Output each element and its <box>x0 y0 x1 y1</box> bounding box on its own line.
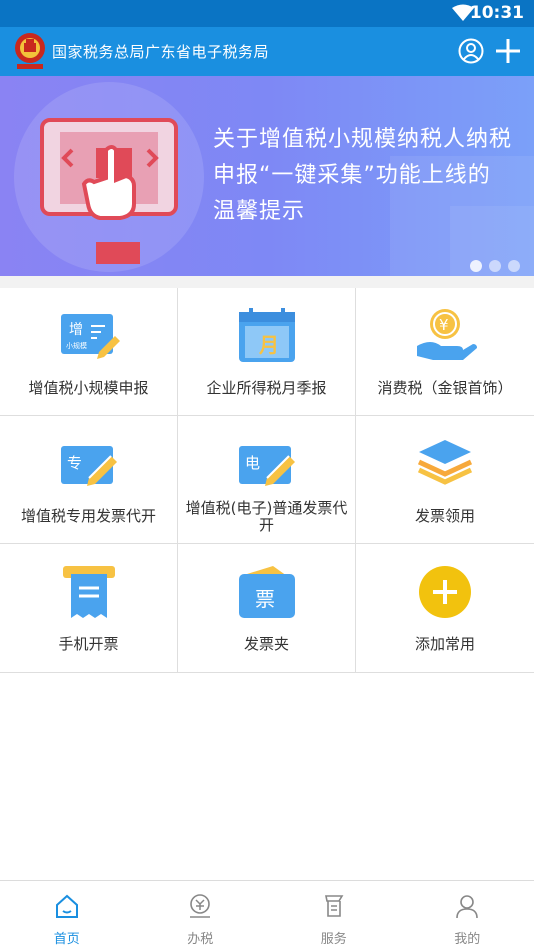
tile-label: 增值税专用发票代开 <box>4 508 173 525</box>
promo-banner[interactable]: 关于增值税小规模纳税人纳税申报“一键采集”功能上线的温馨提示 <box>0 76 534 276</box>
tile-consumption-tax[interactable]: ¥ 消费税（金银首饰） <box>356 288 534 416</box>
nav-label: 首页 <box>0 928 134 947</box>
svg-text:票: 票 <box>255 587 275 611</box>
plus-icon[interactable] <box>494 37 522 65</box>
banner-dot[interactable] <box>470 260 482 272</box>
tile-label: 消费税（金银首饰） <box>360 380 530 397</box>
tile-invoice-folder[interactable]: 票 发票夹 <box>178 544 356 672</box>
nav-item-tax[interactable]: 办税 <box>134 881 268 950</box>
tile-label: 发票领用 <box>360 508 530 525</box>
banner-dot[interactable] <box>508 260 520 272</box>
coin-hand-icon: ¥ <box>413 308 477 364</box>
vat-small-scale-icon: 增 小规模 <box>57 308 121 364</box>
profile-icon <box>454 893 480 919</box>
electronic-invoice-icon: 电 <box>235 436 299 492</box>
banner-pagination <box>470 260 520 272</box>
tile-add-favorite[interactable]: 添加常用 <box>356 544 534 672</box>
tile-special-invoice[interactable]: 专 增值税专用发票代开 <box>0 416 178 544</box>
nav-label: 办税 <box>134 928 268 947</box>
tile-label: 添加常用 <box>360 636 530 653</box>
mobile-receipt-icon <box>57 564 121 620</box>
nav-label: 服务 <box>267 928 401 947</box>
tile-vat-small-scale[interactable]: 增 小规模 增值税小规模申报 <box>0 288 178 416</box>
tile-label: 增值税(电子)普通发票代开 <box>182 500 351 534</box>
svg-text:小规模: 小规模 <box>66 341 87 350</box>
click-hand-illustration <box>40 118 180 268</box>
nav-label: 我的 <box>401 928 534 947</box>
bottom-nav: 首页 办税 服务 我的 <box>0 880 534 950</box>
home-icon <box>54 893 80 919</box>
nav-item-home[interactable]: 首页 <box>0 881 134 950</box>
service-icon <box>321 893 347 919</box>
nav-item-service[interactable]: 服务 <box>267 881 401 950</box>
svg-text:专: 专 <box>67 454 82 472</box>
nav-item-profile[interactable]: 我的 <box>401 881 534 950</box>
special-invoice-icon: 专 <box>57 436 121 492</box>
user-circle-icon[interactable] <box>458 38 484 64</box>
tile-electronic-invoice[interactable]: 电 增值税(电子)普通发票代开 <box>178 416 356 544</box>
tile-label: 企业所得税月季报 <box>182 380 351 397</box>
tile-invoice-pickup[interactable]: 发票领用 <box>356 416 534 544</box>
svg-text:电: 电 <box>245 454 260 472</box>
banner-dot[interactable] <box>489 260 501 272</box>
tile-label: 增值税小规模申报 <box>4 380 173 397</box>
tile-label: 手机开票 <box>4 636 173 653</box>
tile-mobile-invoicing[interactable]: 手机开票 <box>0 544 178 672</box>
feature-grid: 增 小规模 增值税小规模申报 月 企业所得税月季报 ¥ 消费税（金银首饰） <box>0 288 534 673</box>
tile-corp-income-tax[interactable]: 月 企业所得税月季报 <box>178 288 356 416</box>
status-time: 10:31 <box>470 3 524 23</box>
svg-text:月: 月 <box>258 333 279 357</box>
tile-label: 发票夹 <box>182 636 351 653</box>
add-circle-icon <box>413 564 477 620</box>
svg-text:¥: ¥ <box>439 316 449 334</box>
section-divider <box>0 276 534 288</box>
banner-headline: 关于增值税小规模纳税人纳税申报“一键采集”功能上线的温馨提示 <box>213 122 513 230</box>
app-header: 国家税务总局广东省电子税务局 <box>0 27 534 76</box>
svg-text:增: 增 <box>69 322 83 338</box>
calendar-month-icon: 月 <box>235 308 299 364</box>
app-title: 国家税务总局广东省电子税务局 <box>52 41 269 62</box>
tax-emblem-logo <box>13 31 47 71</box>
invoice-folder-icon: 票 <box>235 564 299 620</box>
tax-coin-icon <box>187 893 213 919</box>
stacked-layers-icon <box>413 436 477 492</box>
status-bar: 10:31 <box>0 0 534 27</box>
